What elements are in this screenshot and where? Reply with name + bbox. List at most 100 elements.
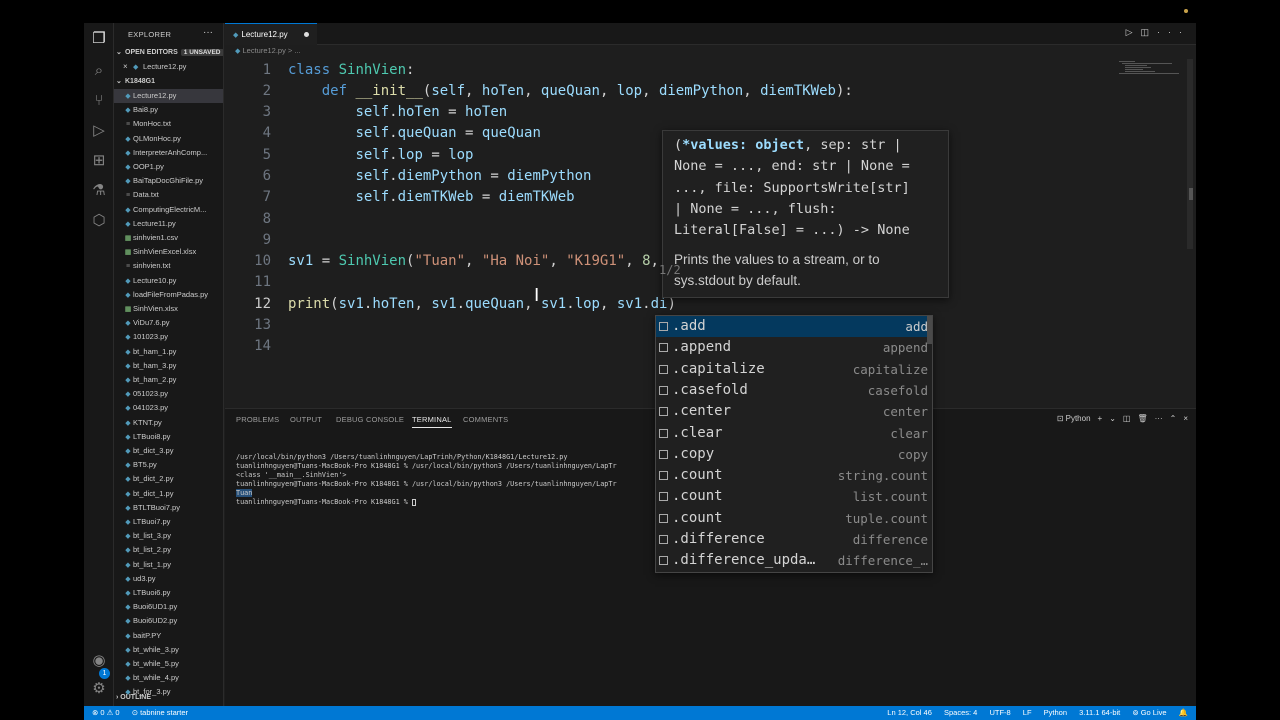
open-editor-item[interactable]: × ◆ Lecture12.py (114, 60, 223, 74)
file-tree-item[interactable]: ◆ bt_ham_3.py (114, 359, 223, 373)
overload-counter[interactable]: 1/2 (659, 263, 681, 277)
folder-header[interactable]: ⌄ K1848G1 (116, 77, 155, 85)
split-editor-icon[interactable]: ◫ (1140, 27, 1157, 37)
file-tree-item[interactable]: ◆ bt_list_1.py (114, 558, 223, 572)
file-tree-item[interactable]: ▦ SinhVienExcel.xlsx (114, 245, 223, 259)
indentation-status[interactable]: Spaces: 4 (944, 708, 977, 717)
source-control-icon[interactable]: ⑂ (89, 91, 109, 111)
file-tree-item[interactable]: ◆ 101023.py (114, 330, 223, 344)
file-tree-item[interactable]: ◆ bt_while_5.py (114, 657, 223, 671)
file-tree-item[interactable]: ◆ loadFileFromPadas.py (114, 288, 223, 302)
file-tree-item[interactable]: ◆ Lecture12.py (114, 89, 223, 103)
file-tree-item[interactable]: ◆ Buoi6UD1.py (114, 600, 223, 614)
file-tree-item[interactable]: ◆ Lecture11.py (114, 217, 223, 231)
run-debug-icon[interactable]: ▷ (89, 121, 109, 141)
file-tree-item[interactable]: ◆ baitP.PY (114, 629, 223, 643)
file-tree-item[interactable]: ◆ bt_while_4.py (114, 671, 223, 685)
file-tree-item[interactable]: ◆ bt_list_2.py (114, 543, 223, 557)
file-tree-item[interactable]: ≡ MonHoc.txt (114, 117, 223, 131)
tabnine-status[interactable]: ⊙ tabnine starter (132, 708, 188, 717)
problems-status[interactable]: ⊗ 0 ⚠ 0 (92, 708, 120, 717)
file-tree-item[interactable]: ◆ ud3.py (114, 572, 223, 586)
file-tree-item[interactable]: ≡ Data.txt (114, 188, 223, 202)
testing-icon[interactable]: ⚗ (89, 181, 109, 201)
file-tree-item[interactable]: ◆ Buoi6UD2.py (114, 614, 223, 628)
suggestion-item[interactable]: .difference difference (656, 529, 932, 550)
search-icon[interactable]: ⌕ (89, 61, 109, 81)
suggestion-item[interactable]: .clear clear (656, 423, 932, 444)
split-terminal-icon[interactable]: ◫ (1123, 414, 1131, 423)
suggest-scrollbar[interactable] (927, 316, 932, 344)
file-tree-item[interactable]: ◆ QLMonHoc.py (114, 132, 223, 146)
file-tree-item[interactable]: ◆ LTBuoi6.py (114, 586, 223, 600)
suggestion-item[interactable]: .center center (656, 401, 932, 422)
file-tree-item[interactable]: ◆ BaiTapDocGhiFile.py (114, 174, 223, 188)
interpreter-status[interactable]: 3.11.1 64-bit (1079, 708, 1120, 717)
unsaved-dot-icon[interactable] (304, 32, 309, 37)
file-tree-item[interactable]: ◆ bt_while_3.py (114, 643, 223, 657)
shell-label[interactable]: Python (1066, 414, 1091, 423)
maximize-icon[interactable]: ⌃ (1170, 414, 1177, 423)
tab-terminal[interactable]: TERMINAL (412, 415, 452, 428)
minimap[interactable] (1119, 59, 1189, 89)
suggestion-item[interactable]: .count tuple.count (656, 508, 932, 529)
more-actions-icon[interactable]: ··· (203, 27, 213, 38)
editor-scrollbar[interactable] (1187, 59, 1193, 249)
file-tree-item[interactable]: ◆ LTBuoi8.py (114, 430, 223, 444)
suggestion-item[interactable]: .append append (656, 337, 932, 358)
extensions-icon[interactable]: ⊞ (89, 151, 109, 171)
suggestion-item[interactable]: .add add (656, 316, 932, 338)
file-tree-item[interactable]: ◆ bt_ham_1.py (114, 345, 223, 359)
file-tree-item[interactable]: ◆ Lecture10.py (114, 274, 223, 288)
file-tree-item[interactable]: ◆ bt_dict_1.py (114, 487, 223, 501)
breadcrumb[interactable]: ◆ Lecture12.py > ... (225, 46, 301, 55)
file-tree-item[interactable]: ◆ 051023.py (114, 387, 223, 401)
terminal-output[interactable]: /usr/local/bin/python3 /Users/tuanlinhng… (236, 453, 617, 507)
tab-output[interactable]: OUTPUT (290, 415, 322, 424)
file-tree-item[interactable]: ◆ bt_ham_2.py (114, 373, 223, 387)
file-tree-item[interactable]: ▦ sinhvien1.csv (114, 231, 223, 245)
file-tree-item[interactable]: ◆ InterpreterAnhComp... (114, 146, 223, 160)
file-tree-item[interactable]: ◆ ViDu7.6.py (114, 316, 223, 330)
suggestion-item[interactable]: .count list.count (656, 486, 932, 507)
run-icon[interactable]: ▷ (1126, 27, 1141, 37)
bell-icon[interactable]: 🔔 (1179, 708, 1188, 717)
files-icon[interactable]: ❐ (89, 29, 109, 49)
add-terminal-icon[interactable]: + (1098, 414, 1103, 423)
tab-problems[interactable]: PROBLEMS (236, 415, 279, 424)
chevron-down-icon[interactable]: ⌄ (1109, 414, 1116, 423)
close-icon[interactable]: × (123, 60, 133, 74)
settings-gear-icon[interactable]: ⚙ (89, 679, 109, 699)
file-tree-item[interactable]: ◆ KTNT.py (114, 416, 223, 430)
suggestion-item[interactable]: .casefold casefold (656, 380, 932, 401)
outline-header[interactable]: › OUTLINE (116, 694, 151, 701)
more-actions-icon[interactable]: ··· (1155, 414, 1163, 423)
file-tree-item[interactable]: ◆ OOP1.py (114, 160, 223, 174)
file-tree-item[interactable]: ◆ bt_list_3.py (114, 529, 223, 543)
file-tree-item[interactable]: ◆ bt_dict_3.py (114, 444, 223, 458)
go-live-button[interactable]: ⊚ Go Live (1132, 708, 1166, 717)
file-tree-item[interactable]: ◆ LTBuoi7.py (114, 515, 223, 529)
file-tree-item[interactable]: ▦ SinhVien.xlsx (114, 302, 223, 316)
close-icon[interactable]: × (1183, 414, 1188, 423)
file-tree-item[interactable]: ≡ sinhvien.txt (114, 259, 223, 273)
file-tree-item[interactable]: ◆ ComputingElectricM... (114, 203, 223, 217)
language-mode[interactable]: Python (1044, 708, 1067, 717)
file-tree-item[interactable]: ◆ bt_dict_2.py (114, 472, 223, 486)
file-tree-item[interactable]: ◆ Bai8.py (114, 103, 223, 117)
file-tree-item[interactable]: ◆ 041023.py (114, 401, 223, 415)
file-tree-item[interactable]: ◆ BTLTBuoi7.py (114, 501, 223, 515)
more-actions-icon[interactable]: ··· (1157, 27, 1190, 37)
suggestion-item[interactable]: .copy copy (656, 444, 932, 465)
eol-status[interactable]: LF (1023, 708, 1032, 717)
open-editors-header[interactable]: ⌄ OPEN EDITORS 1 UNSAVED (116, 48, 223, 56)
remote-icon[interactable]: ⬡ (89, 211, 109, 231)
suggestion-item[interactable]: .capitalize capitalize (656, 359, 932, 380)
file-tree-item[interactable]: ◆ BT5.py (114, 458, 223, 472)
cursor-position[interactable]: Ln 12, Col 46 (887, 708, 932, 717)
encoding-status[interactable]: UTF-8 (989, 708, 1010, 717)
tab-debug-console[interactable]: DEBUG CONSOLE (336, 415, 404, 424)
trash-icon[interactable]: 🗑 (1137, 414, 1147, 423)
tab-comments[interactable]: COMMENTS (463, 415, 508, 424)
suggestion-item[interactable]: .count string.count (656, 465, 932, 486)
